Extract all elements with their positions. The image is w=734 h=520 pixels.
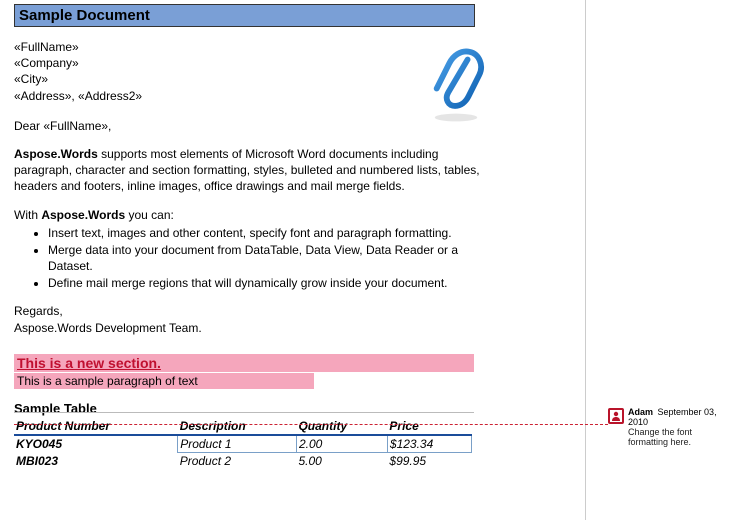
address-block: «FullName» «Company» «City» «Address», «…: [14, 39, 575, 104]
cell-price: $123.34: [387, 435, 471, 453]
section-paragraph: This is a sample paragraph of text: [14, 373, 314, 389]
col-product-number: Product Number: [14, 418, 178, 435]
cell-quantity: 2.00: [296, 435, 387, 453]
section-heading: This is a new section.: [14, 354, 474, 372]
sample-table: Product Number Description Quantity Pric…: [14, 418, 472, 469]
field-city: «City»: [14, 71, 575, 87]
title-bar: Sample Document: [14, 4, 475, 27]
table-title: Sample Table: [14, 401, 575, 416]
greeting-suffix: ,: [108, 119, 111, 133]
cell-price: $99.95: [387, 452, 471, 469]
document-page: Sample Document «FullName» «Company» «Ci…: [0, 0, 586, 520]
cell-product-number: KYO045: [14, 435, 178, 453]
list-intro-suffix: you can:: [125, 208, 174, 222]
cell-description: Product 1: [178, 435, 297, 453]
regards-line2: Aspose.Words Development Team.: [14, 320, 575, 336]
list-item: Define mail merge regions that will dyna…: [48, 275, 484, 291]
field-fullname: «FullName»: [14, 39, 575, 55]
person-icon: [608, 408, 624, 424]
col-description: Description: [178, 418, 297, 435]
comment-text: Change the font formatting here.: [628, 428, 728, 448]
table-row: MBI023 Product 2 5.00 $99.95: [14, 452, 472, 469]
table-header-row: Product Number Description Quantity Pric…: [14, 418, 472, 435]
list-item: Insert text, images and other content, s…: [48, 225, 484, 241]
comment-connector-line: [14, 424, 608, 425]
document-title: Sample Document: [19, 7, 150, 24]
comment-balloon[interactable]: Adam September 03, 2010 Change the font …: [608, 408, 728, 448]
regards-line1: Regards,: [14, 303, 575, 319]
list-intro-prefix: With: [14, 208, 41, 222]
paperclip-icon: [427, 46, 485, 126]
cell-product-number: MBI023: [14, 452, 178, 469]
body-paragraph: Aspose.Words supports most elements of M…: [14, 146, 484, 195]
greeting-line: Dear «FullName»,: [14, 118, 575, 134]
list-item: Merge data into your document from DataT…: [48, 242, 484, 274]
greeting-field: «FullName»: [43, 119, 108, 133]
col-price: Price: [387, 418, 471, 435]
table-row: KYO045 Product 1 2.00 $123.34: [14, 435, 472, 453]
divider: [14, 412, 474, 413]
body-strong: Aspose.Words: [14, 147, 98, 161]
comment-meta: Adam September 03, 2010 Change the font …: [628, 408, 728, 448]
list-intro-bold: Aspose.Words: [41, 208, 125, 222]
field-address: «Address», «Address2»: [14, 88, 575, 104]
field-company: «Company»: [14, 55, 575, 71]
cell-quantity: 5.00: [296, 452, 387, 469]
list-intro: With Aspose.Words you can:: [14, 207, 575, 223]
cell-description: Product 2: [178, 452, 297, 469]
greeting-prefix: Dear: [14, 119, 43, 133]
signature-block: Regards, Aspose.Words Development Team.: [14, 303, 575, 335]
col-quantity: Quantity: [296, 418, 387, 435]
feature-list: Insert text, images and other content, s…: [14, 225, 484, 292]
comment-author: Adam: [628, 407, 653, 417]
